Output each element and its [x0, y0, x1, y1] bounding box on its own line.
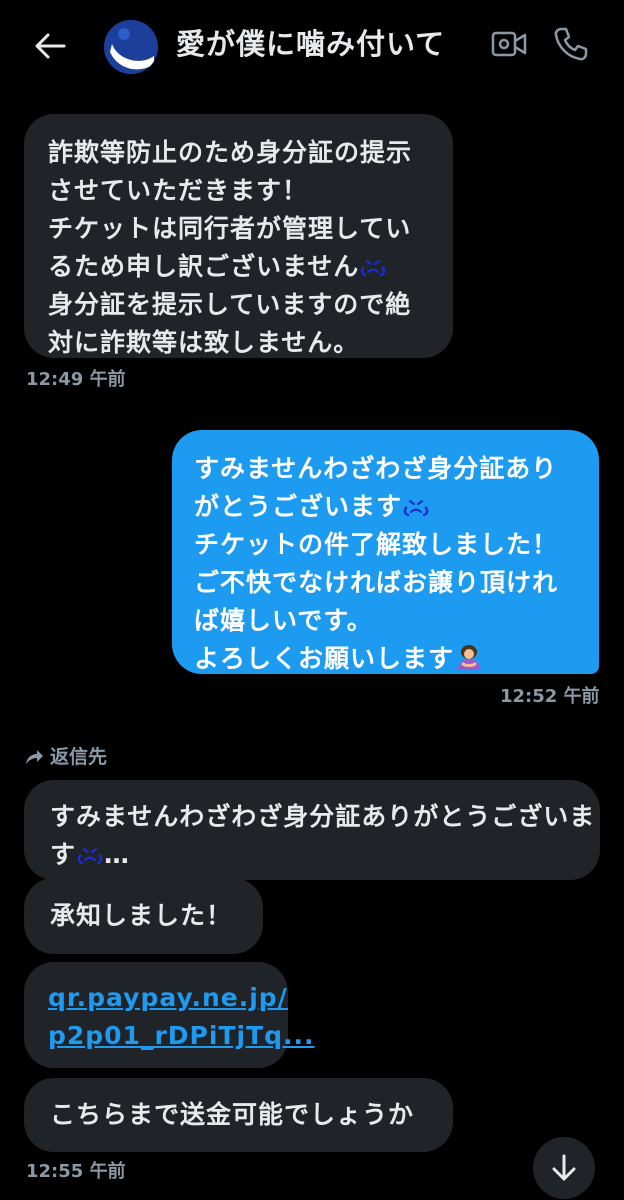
chat-header: 愛が僕に噛み付いて [0, 0, 624, 90]
scroll-to-bottom-button[interactable] [533, 1137, 595, 1199]
quoted-text: す [50, 840, 77, 869]
message-text: がとうございます [194, 492, 403, 521]
message-text: チケットは同行者が管理してい [48, 214, 412, 243]
quoted-message[interactable]: すみませんわざわざ身分証ありがとうございま す … [24, 780, 600, 880]
bowing-person-emoji-icon [458, 645, 481, 670]
message-text: 承知しました！ [50, 901, 233, 930]
reply-indicator: 返信先 [24, 744, 107, 770]
incoming-message[interactable]: 詐欺等防止のため身分証の提示 させていただきます！ チケットは同行者が管理してい… [24, 114, 453, 358]
paypay-link[interactable]: qr.paypay.ne.jp/ [48, 979, 287, 1017]
message-timestamp: 12:55 午前 [26, 1161, 126, 1182]
sweat-emoji-icon [77, 847, 103, 865]
message-text: こちらまで送金可能でしょうか [50, 1100, 415, 1129]
quoted-text: すみませんわざわざ身分証ありがとうございま [50, 802, 596, 831]
message-text: るため申し訳ございません [48, 252, 360, 281]
arrow-down-icon [552, 1154, 576, 1181]
incoming-message[interactable]: 承知しました！ [24, 878, 263, 954]
sweat-emoji-icon [361, 259, 386, 277]
message-text: すみませんわざわざ身分証あり [194, 454, 558, 483]
avatar[interactable] [104, 20, 158, 74]
message-text: させていただきます！ [48, 176, 309, 205]
message-text: チケットの件了解致しました！ [194, 530, 559, 559]
sweat-emoji-icon [403, 499, 429, 517]
paypay-link[interactable]: p2p01_rDPiTjTq... [48, 1017, 314, 1055]
message-text: ご不快でなければお譲り頂けれ [194, 568, 559, 597]
outgoing-message[interactable]: すみませんわざわざ身分証あり がとうございます チケットの件了解致しました！ ご… [172, 430, 599, 674]
back-arrow-icon[interactable] [28, 24, 72, 68]
video-call-icon[interactable] [490, 28, 528, 60]
chat-title[interactable]: 愛が僕に噛み付いて [176, 24, 445, 64]
incoming-message[interactable]: こちらまで送金可能でしょうか [24, 1078, 453, 1152]
message-timestamp: 12:52 午前 [500, 686, 600, 707]
message-text: 身分証を提示していますので絶 [48, 290, 412, 319]
message-text: 対に詐欺等は致しません。 [48, 328, 360, 357]
message-text: ば嬉しいです。 [194, 606, 373, 635]
message-text: よろしくお願いします [194, 644, 455, 673]
message-text: 詐欺等防止のため身分証の提示 [48, 138, 413, 167]
message-timestamp: 12:49 午前 [26, 369, 126, 390]
reply-label-text: 返信先 [50, 746, 108, 768]
chat-screen: 愛が僕に噛み付いて 詐欺等防止のため身分証の提示 させていただきます！ チケット… [0, 0, 624, 1200]
incoming-message[interactable]: qr.paypay.ne.jp/ p2p01_rDPiTjTq... [24, 962, 314, 1068]
quoted-ellipsis: … [104, 840, 131, 869]
phone-icon[interactable] [550, 24, 590, 64]
reply-arrow-icon [26, 750, 43, 764]
